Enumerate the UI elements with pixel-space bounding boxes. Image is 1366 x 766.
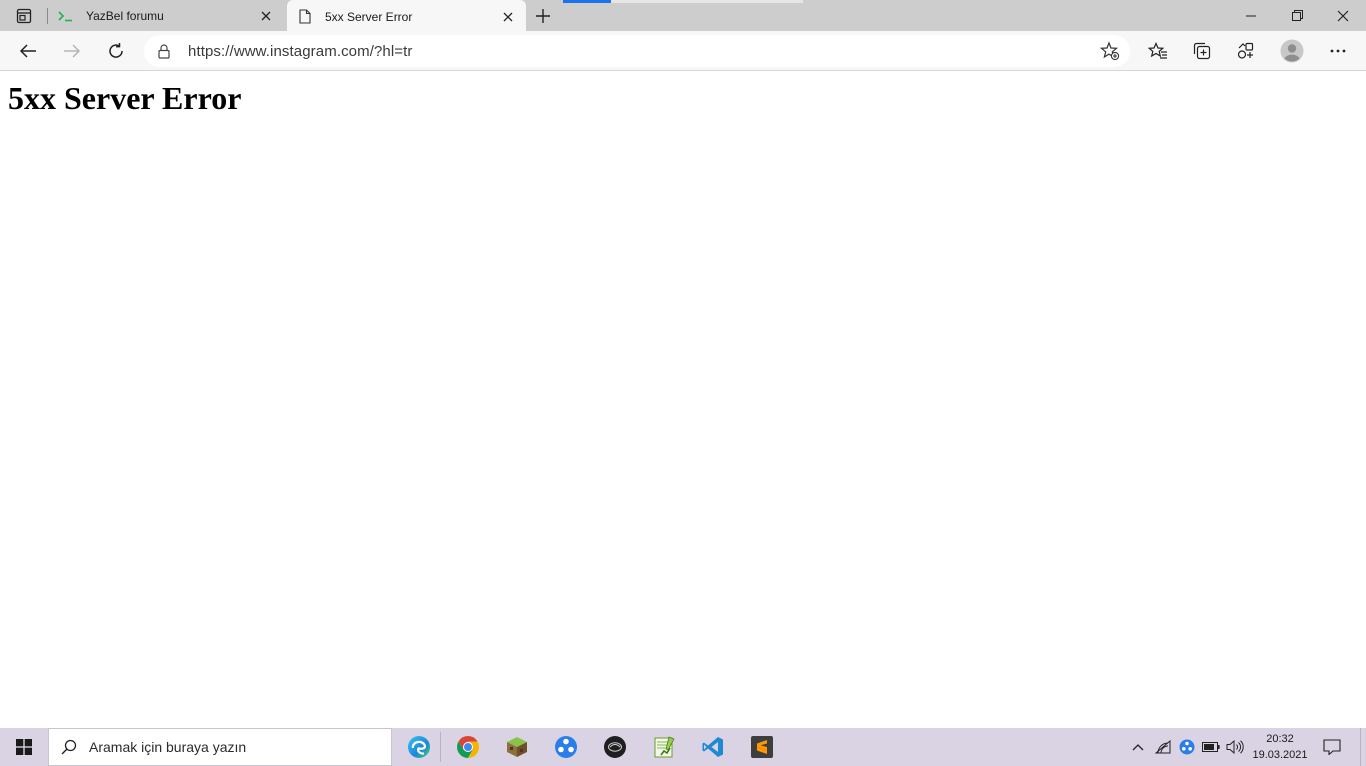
profile-button[interactable] <box>1276 35 1308 67</box>
battery-status[interactable] <box>1201 737 1221 757</box>
minimize-button[interactable] <box>1228 0 1274 31</box>
search-placeholder: Aramak için buraya yazın <box>89 739 247 755</box>
show-hidden-icons-button[interactable] <box>1128 737 1148 757</box>
terminal-prompt-icon <box>58 8 74 24</box>
forward-button[interactable] <box>56 35 88 67</box>
taskbar-app-sublime[interactable] <box>746 731 778 763</box>
system-clock[interactable]: 20:32 19.03.2021 <box>1250 731 1310 763</box>
tab-5xx-server-error[interactable]: 5xx Server Error <box>287 0 526 33</box>
restore-button[interactable] <box>1274 0 1320 31</box>
network-status[interactable] <box>1153 737 1173 757</box>
wifi-icon <box>1155 740 1171 754</box>
close-tab-icon[interactable] <box>256 6 276 26</box>
refresh-icon <box>109 43 123 58</box>
loading-indicator <box>563 0 803 3</box>
taskbar-search[interactable]: Aramak için buraya yazın <box>48 728 392 766</box>
avatar-icon <box>1280 39 1304 63</box>
search-icon <box>49 739 89 755</box>
taskbar-app-minecraft[interactable] <box>501 731 533 763</box>
arrow-right-icon <box>64 44 81 58</box>
add-favorite-icon[interactable] <box>1098 39 1122 63</box>
restore-icon <box>1291 10 1303 21</box>
taskbar: Aramak için buraya yazın 20:32 19.03.202… <box>0 728 1366 766</box>
page-content: 5xx Server Error <box>0 72 1366 728</box>
taskbar-app-chrome[interactable] <box>452 731 484 763</box>
blue-dots-app-icon <box>1179 739 1195 755</box>
back-button[interactable] <box>12 35 44 67</box>
taskbar-app-blue-dots[interactable] <box>550 731 582 763</box>
close-icon <box>1337 10 1349 21</box>
address-bar[interactable]: https://www.instagram.com/?hl=tr <box>144 35 1130 67</box>
volume-control[interactable] <box>1225 737 1245 757</box>
favorites-button[interactable] <box>1142 35 1174 67</box>
collections-icon <box>1193 42 1211 60</box>
minimize-icon <box>1246 15 1256 16</box>
battery-icon <box>1202 742 1220 752</box>
show-desktop-button[interactable] <box>1360 728 1361 766</box>
chevron-up-icon <box>1132 744 1144 751</box>
loading-indicator-fill <box>563 0 611 3</box>
tab-title: 5xx Server Error <box>325 9 413 24</box>
vscode-icon <box>702 737 723 757</box>
collections-button[interactable] <box>1186 35 1218 67</box>
tab-actions-icon <box>16 8 32 24</box>
page-icon <box>297 9 313 25</box>
tab-title: YazBel forumu <box>86 8 164 23</box>
sublime-text-icon <box>751 736 773 758</box>
start-button[interactable] <box>0 728 48 766</box>
plus-icon <box>536 9 550 23</box>
refresh-button[interactable] <box>100 35 132 67</box>
arrow-left-icon <box>19 44 36 58</box>
notepad-plus-icon <box>654 736 675 758</box>
settings-menu-button[interactable] <box>1322 35 1354 67</box>
more-horizontal-icon <box>1330 49 1346 53</box>
browser-toolbar: https://www.instagram.com/?hl=tr <box>0 31 1366 71</box>
chrome-icon <box>457 736 479 758</box>
tab-actions-button[interactable] <box>8 4 40 28</box>
clock-time: 20:32 <box>1266 733 1294 745</box>
close-tab-icon[interactable] <box>498 7 518 27</box>
clock-date: 19.03.2021 <box>1252 749 1308 761</box>
blue-dots-app-icon <box>555 736 577 758</box>
close-window-button[interactable] <box>1320 0 1366 31</box>
favorites-icon <box>1148 42 1167 59</box>
taskbar-app-notepad-plus[interactable] <box>648 731 680 763</box>
taskbar-app-edge[interactable] <box>403 731 435 763</box>
extensions-button[interactable] <box>1230 35 1262 67</box>
tab-bar: YazBel forumu 5xx Server Error <box>0 0 1366 33</box>
tab-yazbel[interactable]: YazBel forumu <box>48 0 284 31</box>
tray-app-blue-dots[interactable] <box>1177 737 1197 757</box>
taskbar-app-dark-circle[interactable] <box>599 731 631 763</box>
error-heading: 5xx Server Error <box>8 80 242 116</box>
action-center-button[interactable] <box>1318 733 1346 761</box>
dark-circle-app-icon <box>604 736 626 758</box>
windows-logo-icon <box>16 739 32 755</box>
speaker-icon <box>1226 740 1244 754</box>
extensions-icon <box>1237 42 1254 59</box>
edge-icon <box>408 736 430 758</box>
new-tab-button[interactable] <box>531 4 555 28</box>
notification-icon <box>1323 739 1341 755</box>
minecraft-icon <box>507 737 527 757</box>
taskbar-separator <box>440 732 441 762</box>
url-text[interactable]: https://www.instagram.com/?hl=tr <box>188 43 413 60</box>
taskbar-app-vscode[interactable] <box>697 731 729 763</box>
lock-icon[interactable] <box>156 43 172 59</box>
